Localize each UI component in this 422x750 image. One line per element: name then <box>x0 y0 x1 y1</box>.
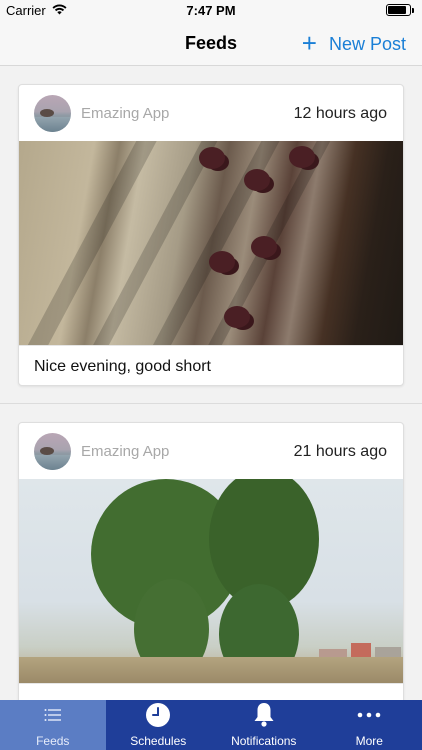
tab-label: Feeds <box>36 734 70 748</box>
battery-icon <box>386 4 411 16</box>
curtain-flower <box>251 236 277 258</box>
feeds-screen: Carrier 7:47 PM Feeds + New Post Emazing… <box>0 0 422 750</box>
new-post-button[interactable]: + New Post <box>301 28 406 58</box>
more-dots-icon <box>357 700 381 730</box>
tab-schedules[interactable]: Schedules <box>106 700 212 750</box>
post-caption <box>19 683 403 700</box>
feed-separator <box>0 403 422 404</box>
battery-tip <box>412 7 414 13</box>
tab-bar: Feeds Schedules Notifications More <box>0 700 422 750</box>
post-header: Emazing App 12 hours ago <box>19 85 403 141</box>
tab-notifications[interactable]: Notifications <box>211 700 317 750</box>
avatar[interactable] <box>34 95 71 132</box>
tab-label: Notifications <box>231 734 297 748</box>
curtain-fold <box>83 141 219 345</box>
curtain-flower <box>244 169 270 191</box>
curtain-flower <box>289 146 315 168</box>
status-bar: Carrier 7:47 PM <box>0 0 422 22</box>
battery-indicator <box>386 4 414 16</box>
avatar[interactable] <box>34 433 71 470</box>
curtain-flower <box>224 306 250 328</box>
bell-icon <box>253 700 275 730</box>
curtain-flower <box>209 251 235 273</box>
plus-icon: + <box>301 28 317 58</box>
avatar-rock <box>40 109 54 117</box>
curtain-flower <box>199 147 225 169</box>
avatar-rock <box>40 447 54 455</box>
new-post-label: New Post <box>328 33 406 54</box>
avatar-water <box>34 455 71 470</box>
post-card[interactable]: Emazing App 12 hours ago Nice evening, g… <box>18 84 404 386</box>
post-card[interactable]: Emazing App 21 hours ago <box>18 422 404 700</box>
battery-fill <box>388 6 406 14</box>
post-author: Emazing App <box>81 443 170 460</box>
tab-feeds[interactable]: Feeds <box>0 700 106 750</box>
curtain-fold <box>19 141 157 345</box>
feed-list[interactable]: Emazing App 12 hours ago Nice evening, g… <box>0 67 422 700</box>
post-time: 12 hours ago <box>293 105 387 122</box>
status-time: 7:47 PM <box>186 3 236 18</box>
post-caption: Nice evening, good short <box>19 345 403 385</box>
tab-more[interactable]: More <box>317 700 422 750</box>
list-icon <box>44 700 62 730</box>
avatar-water <box>34 117 71 132</box>
post-time: 21 hours ago <box>293 443 387 460</box>
post-header: Emazing App 21 hours ago <box>19 423 403 479</box>
post-image-curtain[interactable] <box>19 141 403 345</box>
ground <box>19 657 403 683</box>
tab-label: More <box>355 734 383 748</box>
tab-label: Schedules <box>130 734 187 748</box>
nav-bar: Feeds + New Post <box>0 22 422 66</box>
post-author: Emazing App <box>81 105 170 122</box>
post-image-tree[interactable] <box>19 479 403 683</box>
clock-icon <box>145 700 171 730</box>
